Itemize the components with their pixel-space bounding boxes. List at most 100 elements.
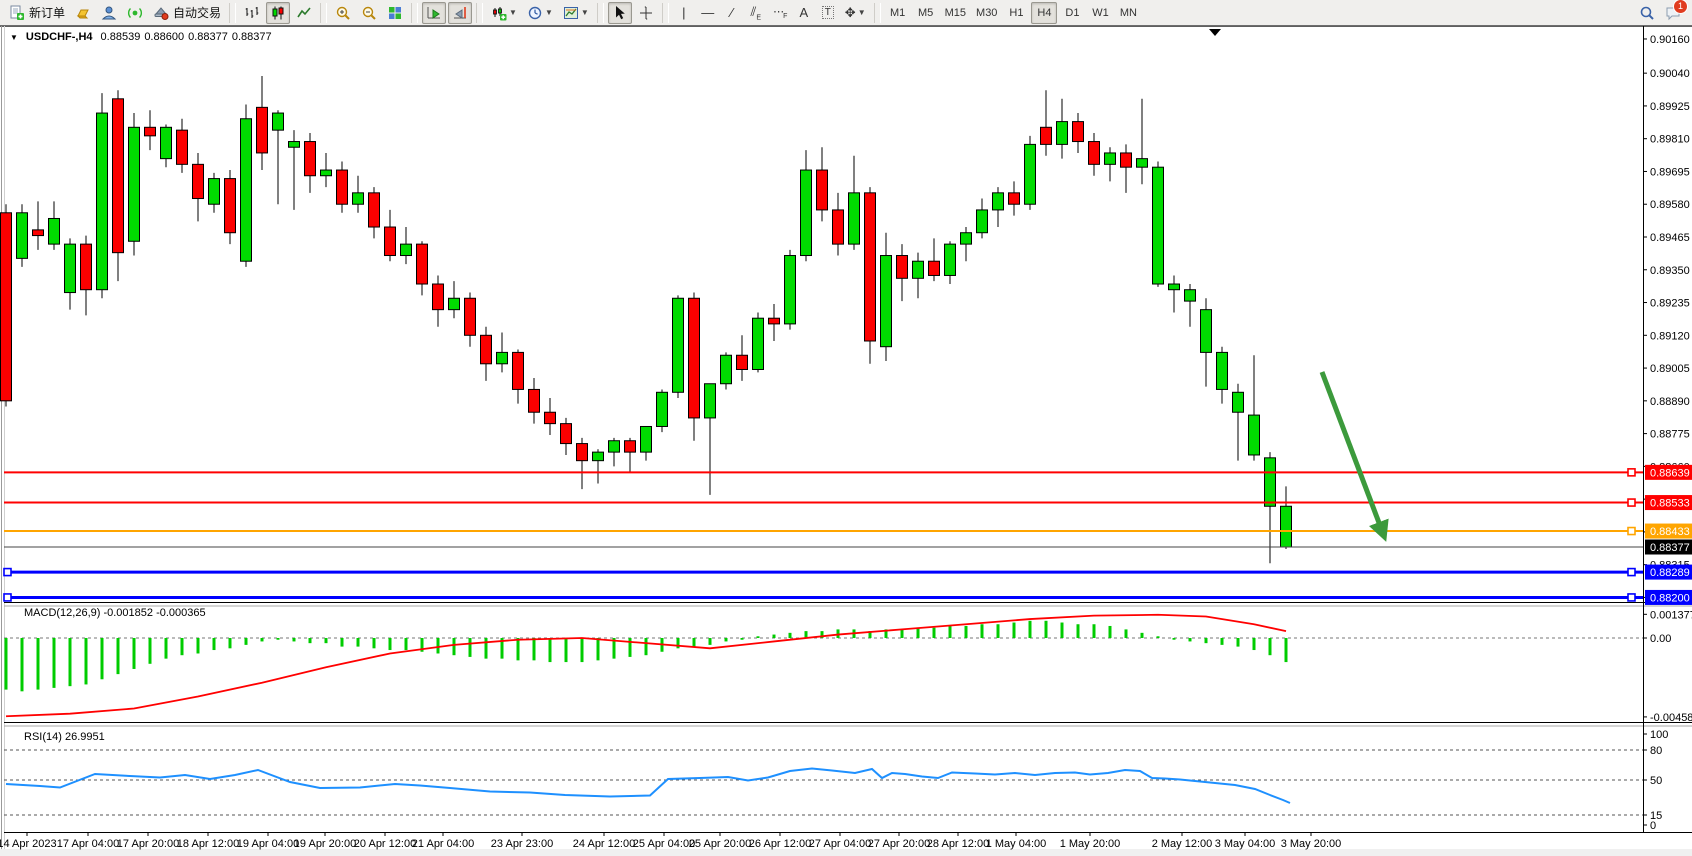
horizontal-line-button[interactable]: — xyxy=(697,2,719,24)
timeframe-m15-button[interactable]: M15 xyxy=(941,2,970,24)
gold-icon xyxy=(75,5,91,21)
price-tick-label: 0.89005 xyxy=(1650,363,1690,375)
crosshair-button[interactable] xyxy=(634,2,658,24)
time-axis-label: 1 May 04:00 xyxy=(986,838,1047,850)
candlestick xyxy=(17,204,28,267)
auto-scroll-button[interactable] xyxy=(422,2,446,24)
time-axis-label: 3 May 20:00 xyxy=(1281,838,1342,850)
zoom-in-button[interactable] xyxy=(331,2,355,24)
text-label-button[interactable]: T xyxy=(817,2,839,24)
equidistant-channel-button[interactable]: ⫽E xyxy=(745,2,767,24)
line-handle[interactable] xyxy=(1628,528,1635,535)
line-handle[interactable] xyxy=(1628,594,1635,601)
candlestick xyxy=(673,295,684,398)
price-tick-label: 0.90160 xyxy=(1650,34,1690,46)
trendline-button[interactable]: ∕ xyxy=(721,2,743,24)
timeframe-m5-button[interactable]: M5 xyxy=(913,2,939,24)
timeframe-w1-button[interactable]: W1 xyxy=(1087,2,1113,24)
arrows-tool-button[interactable]: ✥▼ xyxy=(841,2,870,24)
candlestick xyxy=(225,170,236,244)
price-badge-label: 0.88433 xyxy=(1650,526,1690,538)
price-tick-label: 0.89580 xyxy=(1650,199,1690,211)
signals-button[interactable] xyxy=(123,2,147,24)
toolbar-separator xyxy=(476,3,483,23)
macd-axis-label: 0.001377 xyxy=(1650,609,1692,621)
community-button[interactable] xyxy=(97,2,121,24)
timeframe-mn-button[interactable]: MN xyxy=(1115,2,1141,24)
price-tick-label: 0.89925 xyxy=(1650,101,1690,113)
candlestick xyxy=(113,90,124,281)
candlestick xyxy=(97,93,108,298)
time-axis-label: 3 May 04:00 xyxy=(1215,838,1276,850)
time-axis-label: 25 Apr 20:00 xyxy=(689,838,751,850)
time-axis-label: 27 Apr 20:00 xyxy=(868,838,930,850)
price-tick-label: 0.89350 xyxy=(1650,265,1690,277)
text-button[interactable]: A xyxy=(793,2,815,24)
zoom-out-button[interactable] xyxy=(357,2,381,24)
ohlc-low: 0.88377 xyxy=(188,31,228,43)
notification-badge: 1 xyxy=(1673,0,1688,14)
toolbar-separator xyxy=(662,3,669,23)
toolbar-separator xyxy=(874,3,881,23)
price-badge-label: 0.88533 xyxy=(1650,498,1690,510)
candlestick xyxy=(753,313,764,373)
tile-windows-button[interactable] xyxy=(383,2,407,24)
time-axis-label: 20 Apr 12:00 xyxy=(354,838,416,850)
timeframe-m1-button[interactable]: M1 xyxy=(885,2,911,24)
time-axis-label: 23 Apr 23:00 xyxy=(491,838,553,850)
candlestick xyxy=(721,352,732,389)
ohlc-open: 0.88539 xyxy=(101,31,141,43)
chart-shift-button[interactable] xyxy=(448,2,472,24)
bar-chart-button[interactable] xyxy=(240,2,264,24)
candlestick xyxy=(1025,136,1036,210)
candlestick-chart-button[interactable] xyxy=(266,2,290,24)
chevron-down-icon: ▼ xyxy=(545,8,553,17)
price-tick-label: 0.89695 xyxy=(1650,166,1690,178)
line-handle[interactable] xyxy=(4,569,11,576)
auto-trading-button[interactable]: 自动交易 xyxy=(149,2,225,24)
main-toolbar: 新订单 自动交易 xyxy=(0,0,1692,26)
timeframe-m30-button[interactable]: M30 xyxy=(972,2,1001,24)
vertical-line-button[interactable]: | xyxy=(673,2,695,24)
chart-plot[interactable]: 0.901600.900400.899250.898100.896950.895… xyxy=(0,0,1692,856)
time-axis-label: 17 Apr 20:00 xyxy=(117,838,179,850)
time-axis-label: 26 Apr 12:00 xyxy=(749,838,811,850)
time-axis-label: 1 May 20:00 xyxy=(1060,838,1121,850)
timeframe-h1-button[interactable]: H1 xyxy=(1003,2,1029,24)
search-button[interactable] xyxy=(1635,2,1659,24)
timeframe-toolbar: M1 M5 M15 M30 H1 H4 D1 W1 MN xyxy=(884,1,1143,25)
signal-icon xyxy=(127,5,143,21)
chevron-down-icon: ▼ xyxy=(581,8,589,17)
time-axis-label: 25 Apr 04:00 xyxy=(633,838,695,850)
cursor-button[interactable] xyxy=(608,2,632,24)
time-axis-label: 19 Apr 20:00 xyxy=(294,838,356,850)
candlestick xyxy=(129,113,140,255)
profile-icon xyxy=(101,5,117,21)
line-handle[interactable] xyxy=(4,594,11,601)
expert-advisor-icon xyxy=(153,5,169,21)
collapse-triangle-icon[interactable]: ▼ xyxy=(10,33,18,42)
new-order-button[interactable]: 新订单 xyxy=(5,2,69,24)
timeframe-d1-button[interactable]: D1 xyxy=(1059,2,1085,24)
ohlc-close: 0.88377 xyxy=(232,31,272,43)
price-badge-label: 0.88200 xyxy=(1650,592,1690,604)
timeframe-h4-button[interactable]: H4 xyxy=(1031,2,1057,24)
candlestick xyxy=(657,389,668,432)
templates-button[interactable]: ▼ xyxy=(559,2,593,24)
deposit-button[interactable] xyxy=(71,2,95,24)
time-axis-label: 18 Apr 12:00 xyxy=(177,838,239,850)
line-handle[interactable] xyxy=(1628,569,1635,576)
line-chart-button[interactable] xyxy=(292,2,316,24)
notifications-button[interactable]: 1 xyxy=(1661,2,1685,24)
periods-button[interactable]: ▼ xyxy=(523,2,557,24)
new-order-icon xyxy=(9,5,25,21)
line-handle[interactable] xyxy=(1628,499,1635,506)
fibonacci-button[interactable]: ⋯F xyxy=(769,2,791,24)
price-badge-label: 0.88639 xyxy=(1650,467,1690,479)
macd-indicator-label: MACD(12,26,9) -0.001852 -0.000365 xyxy=(24,607,206,619)
ohlc-high: 0.88600 xyxy=(144,31,184,43)
line-handle[interactable] xyxy=(1628,469,1635,476)
indicators-button[interactable]: ▼ xyxy=(487,2,521,24)
chart-window-title: ▼ USDCHF-,H4 0.88539 0.88600 0.88377 0.8… xyxy=(10,31,272,43)
mt4-window: 新订单 自动交易 xyxy=(0,0,1692,856)
